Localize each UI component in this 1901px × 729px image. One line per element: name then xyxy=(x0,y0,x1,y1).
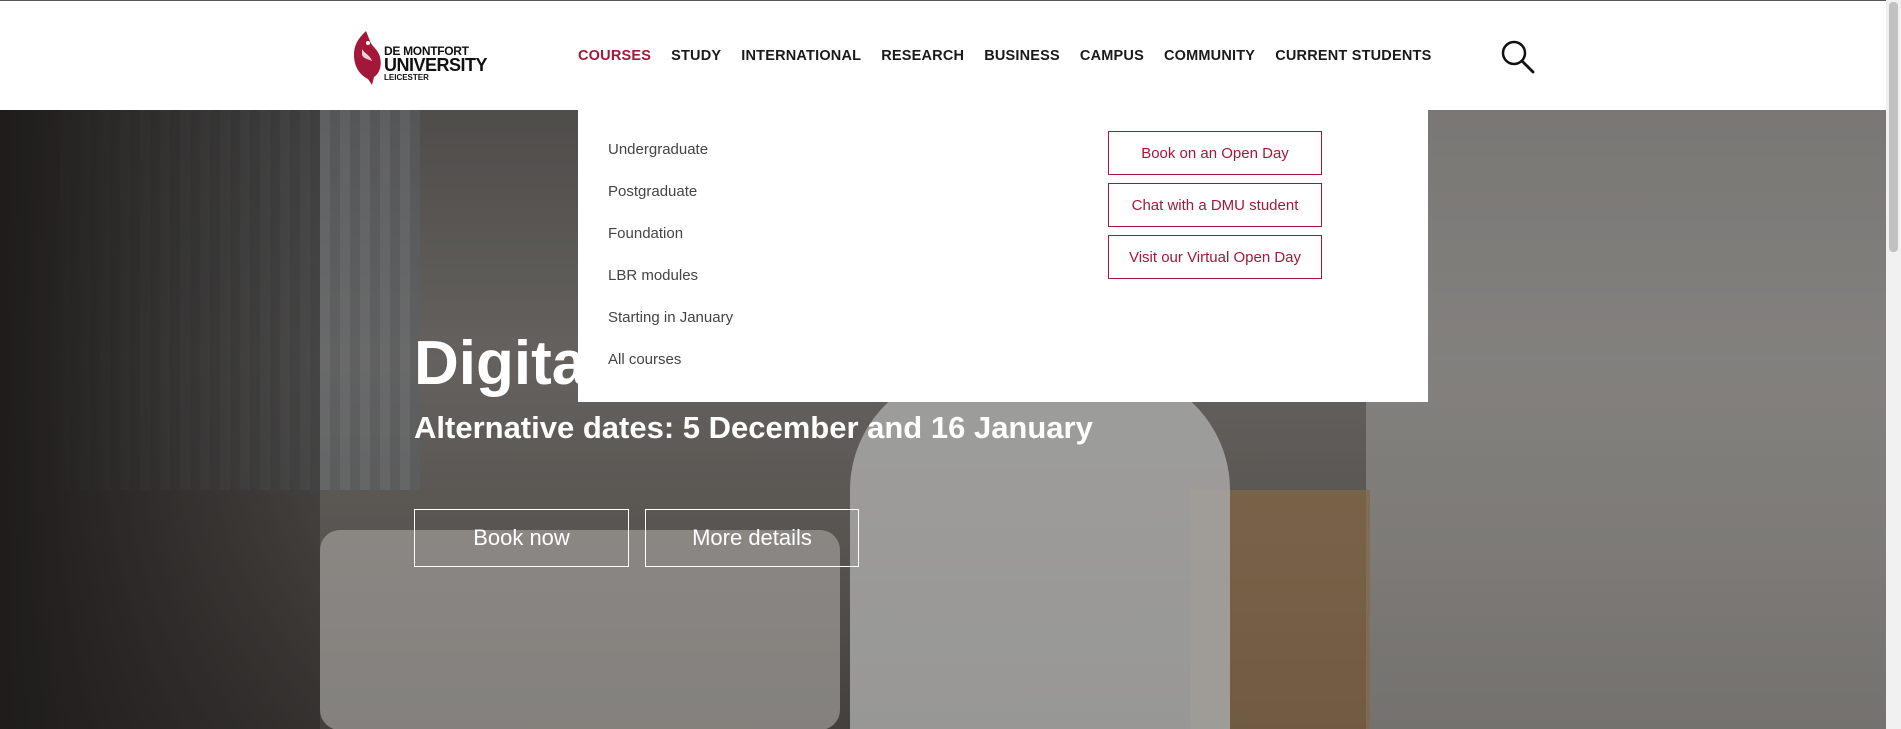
virtual-open-day-button[interactable]: Visit our Virtual Open Day xyxy=(1108,235,1322,279)
scrollbar-thumb[interactable] xyxy=(1889,2,1898,252)
chat-student-button[interactable]: Chat with a DMU student xyxy=(1108,183,1322,227)
book-now-button[interactable]: Book now xyxy=(414,509,629,567)
main-nav: COURSES STUDY INTERNATIONAL RESEARCH BUS… xyxy=(578,48,1451,64)
courses-link-list: Undergraduate Postgraduate Foundation LB… xyxy=(608,141,733,393)
more-details-button[interactable]: More details xyxy=(645,509,859,567)
page-scrollbar[interactable] xyxy=(1886,0,1901,729)
nav-business[interactable]: BUSINESS xyxy=(984,48,1060,64)
dropdown-link-undergraduate[interactable]: Undergraduate xyxy=(608,141,733,183)
nav-international[interactable]: INTERNATIONAL xyxy=(741,48,861,64)
nav-courses[interactable]: COURSES xyxy=(578,48,651,64)
courses-dropdown-menu: Undergraduate Postgraduate Foundation LB… xyxy=(578,110,1428,402)
dropdown-link-lbr-modules[interactable]: LBR modules xyxy=(608,267,733,309)
griffin-logo-icon xyxy=(354,31,381,85)
logo-wordmark: DE MONTFORT UNIVERSITY LEICESTER xyxy=(384,45,488,82)
dropdown-link-postgraduate[interactable]: Postgraduate xyxy=(608,183,733,225)
nav-campus[interactable]: CAMPUS xyxy=(1080,48,1144,64)
site-header: DE MONTFORT UNIVERSITY LEICESTER COURSES… xyxy=(0,0,1886,110)
dropdown-link-starting-january[interactable]: Starting in January xyxy=(608,309,733,351)
logo-line-2: UNIVERSITY xyxy=(384,55,488,75)
logo-line-3: LEICESTER xyxy=(384,73,429,82)
dmu-logo[interactable]: DE MONTFORT UNIVERSITY LEICESTER xyxy=(346,27,488,87)
nav-research[interactable]: RESEARCH xyxy=(881,48,964,64)
dropdown-link-all-courses[interactable]: All courses xyxy=(608,351,733,393)
nav-community[interactable]: COMMUNITY xyxy=(1164,48,1255,64)
hero-subtitle: Alternative dates: 5 December and 16 Jan… xyxy=(414,410,1093,445)
book-open-day-button[interactable]: Book on an Open Day xyxy=(1108,131,1322,175)
nav-study[interactable]: STUDY xyxy=(671,48,721,64)
search-icon xyxy=(1501,40,1535,74)
nav-current-students[interactable]: CURRENT STUDENTS xyxy=(1275,48,1431,64)
dropdown-link-foundation[interactable]: Foundation xyxy=(608,225,733,267)
search-button[interactable] xyxy=(1500,39,1536,75)
